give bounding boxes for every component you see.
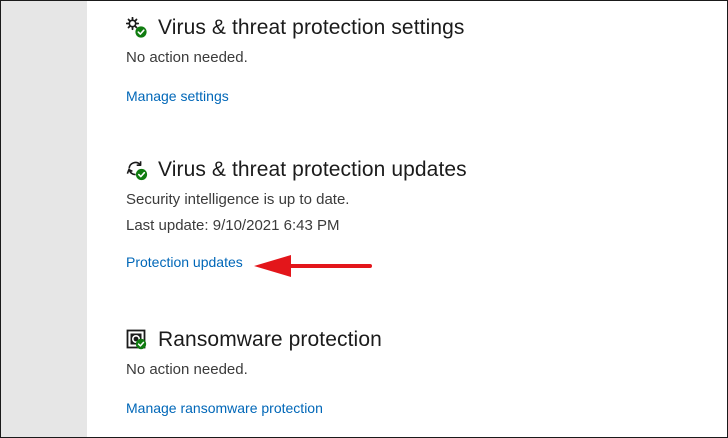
status-text: No action needed. <box>126 49 248 66</box>
status-text: No action needed. <box>126 361 248 378</box>
manage-ransomware-protection-link[interactable]: Manage ransomware protection <box>126 400 323 416</box>
ransomware-shield-icon <box>126 329 148 351</box>
section-title: Virus & threat protection settings <box>158 16 465 39</box>
red-arrow-icon <box>254 255 372 277</box>
screenshot-frame: Virus & threat protection settings No ac… <box>0 0 728 438</box>
protection-updates-link[interactable]: Protection updates <box>126 254 243 270</box>
updates-header: Virus & threat protection updates <box>126 156 467 184</box>
last-update-text: Last update: 9/10/2021 6:43 PM <box>126 217 340 234</box>
settings-section: Virus & threat protection settings No ac… <box>126 14 465 106</box>
status-text: Security intelligence is up to date. <box>126 191 350 208</box>
sidebar <box>1 1 87 437</box>
ransomware-header: Ransomware protection <box>126 326 382 354</box>
main-content: Virus & threat protection settings No ac… <box>87 1 727 437</box>
section-title: Virus & threat protection updates <box>158 158 467 181</box>
manage-settings-link[interactable]: Manage settings <box>126 88 229 104</box>
refresh-shield-icon <box>126 159 148 181</box>
gear-shield-icon <box>126 17 148 39</box>
section-title: Ransomware protection <box>158 328 382 351</box>
settings-header: Virus & threat protection settings <box>126 14 465 42</box>
ransomware-section: Ransomware protection No action needed. … <box>126 326 382 418</box>
